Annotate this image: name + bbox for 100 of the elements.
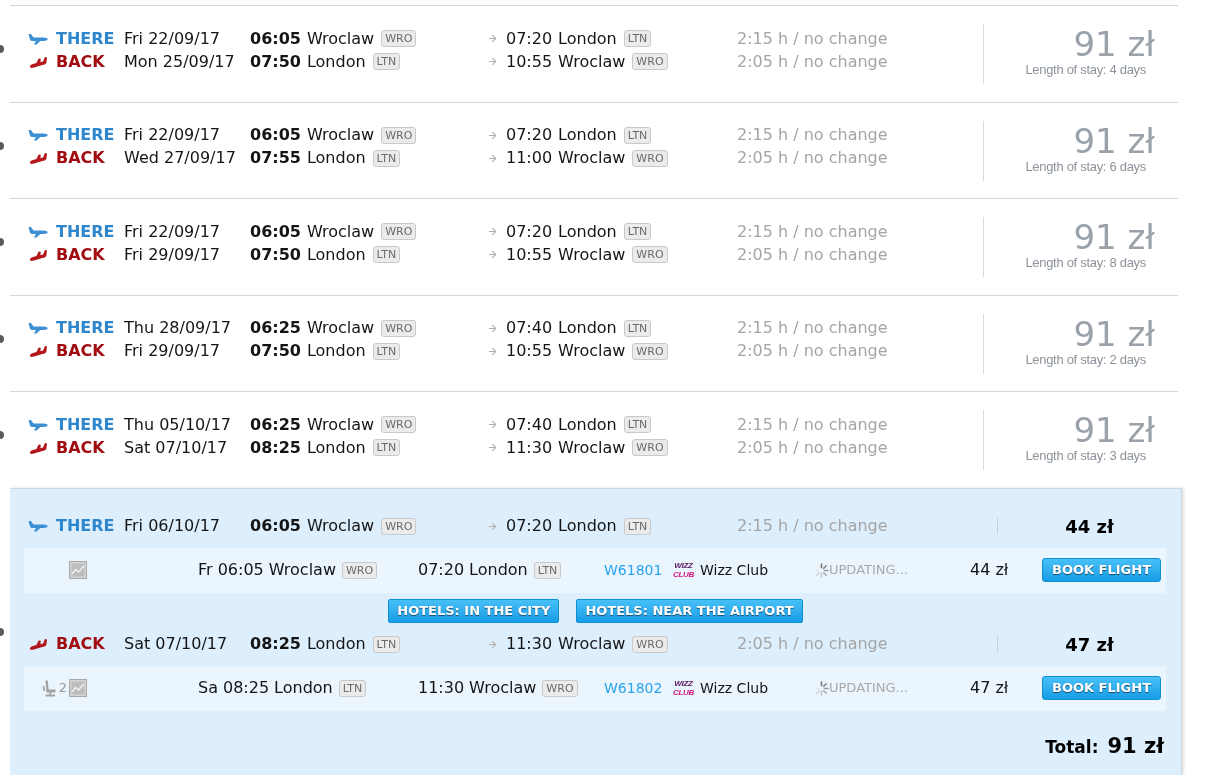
departure-time: 06:05 xyxy=(250,515,301,537)
arrow-right-icon xyxy=(487,249,498,260)
trip-price: 91 zł xyxy=(1073,219,1155,255)
direction-label: BACK xyxy=(56,436,105,459)
departure-time: 08:25 xyxy=(250,436,301,459)
direction-label: THERE xyxy=(56,515,115,537)
departure-city: London xyxy=(306,243,366,266)
arrival-city: London xyxy=(558,317,617,339)
arrival-time: 07:40 xyxy=(506,317,553,339)
flight-number-link[interactable]: W61802 xyxy=(604,677,663,699)
airplane-icon xyxy=(28,54,48,69)
airport-code: LTN xyxy=(372,342,401,360)
direction-label: THERE xyxy=(56,220,115,243)
departure-time: 06:05 xyxy=(217,559,264,581)
airline-logo: WIZZ CLUB xyxy=(673,561,695,579)
status-text: UPDATING... xyxy=(829,561,908,580)
arrival-city: London xyxy=(558,413,617,436)
departure-city: Wroclaw xyxy=(306,27,375,50)
arrival-time: 07:20 xyxy=(506,220,553,243)
flight-duration: 2:15 h / no change xyxy=(737,220,888,243)
length-of-stay: Length of stay: 4 days xyxy=(1025,62,1146,77)
direction-label: BACK xyxy=(56,147,105,169)
airport-code: WRO xyxy=(632,53,668,70)
arrival-city: Wroclaw xyxy=(558,243,626,266)
flight-duration: 2:05 h / no change xyxy=(737,633,888,655)
departure-time: 07:55 xyxy=(250,147,301,169)
spinner-icon xyxy=(814,680,829,696)
book-flight-button[interactable]: BOOK FLIGHT xyxy=(1042,558,1162,582)
direction-label: BACK xyxy=(56,50,105,73)
flight-duration: 2:05 h / no change xyxy=(737,243,888,266)
airplane-icon xyxy=(28,418,48,431)
arrival-city: London xyxy=(558,27,617,50)
seat-icon xyxy=(41,679,57,697)
leg-price: 47 zł xyxy=(1065,632,1114,657)
airport-code: WRO xyxy=(381,517,417,535)
arrow-right-icon xyxy=(487,226,498,237)
airplane-icon xyxy=(28,637,48,651)
departure-city: Wroclaw xyxy=(306,124,375,146)
arrow-right-icon xyxy=(487,129,498,141)
departure-day: Fr xyxy=(198,558,213,582)
airport-code: WRO xyxy=(542,679,578,697)
flight-number-link[interactable]: W61801 xyxy=(604,559,663,581)
airline-logo: WIZZ CLUB xyxy=(673,679,695,697)
airport-code: LTN xyxy=(372,439,401,456)
arrow-right-icon xyxy=(487,442,498,453)
arrival-time: 07:20 xyxy=(418,559,465,581)
seat-count: 2 xyxy=(58,679,67,698)
flight-duration: 2:05 h / no change xyxy=(737,147,888,169)
departure-city: London xyxy=(306,633,366,655)
airport-code: LTN xyxy=(372,246,401,263)
departure-time: 08:25 xyxy=(222,677,270,699)
hotels-button[interactable]: HOTELS: NEAR THE AIRPORT xyxy=(576,598,803,623)
arrival-time: 07:20 xyxy=(506,27,553,50)
direction-label: THERE xyxy=(56,413,115,436)
arrow-right-icon xyxy=(487,33,498,44)
airport-code: LTN xyxy=(623,30,652,47)
departure-day: Sa xyxy=(198,676,218,700)
direction-label: THERE xyxy=(56,27,115,50)
direction-label: BACK xyxy=(56,633,105,655)
airline-name: Wizz Club xyxy=(700,560,769,580)
arrival-time: 07:40 xyxy=(506,413,553,436)
trip-price: 91 zł xyxy=(1073,26,1155,62)
airplane-icon xyxy=(28,32,48,45)
airport-code: LTN xyxy=(623,416,652,433)
arrow-right-icon xyxy=(487,419,498,430)
departure-date: Sat 07/10/17 xyxy=(124,436,228,459)
airport-code: WRO xyxy=(381,223,417,240)
departure-date: Sat 07/10/17 xyxy=(124,633,228,655)
airport-code: WRO xyxy=(632,342,668,360)
arrival-city: Wroclaw xyxy=(558,436,626,459)
airport-code: LTN xyxy=(623,319,652,337)
flight-duration: 2:15 h / no change xyxy=(737,413,888,436)
arrival-time: 07:20 xyxy=(506,124,553,146)
departure-time: 06:05 xyxy=(250,220,301,243)
departure-time: 07:50 xyxy=(250,50,301,73)
flight-duration: 2:05 h / no change xyxy=(737,50,888,73)
departure-time: 06:25 xyxy=(250,317,301,339)
arrow-right-icon xyxy=(487,56,498,67)
book-flight-button[interactable]: BOOK FLIGHT xyxy=(1042,676,1162,700)
airplane-icon xyxy=(28,247,48,262)
arrival-city: Wroclaw xyxy=(558,633,626,655)
line-chart-icon xyxy=(69,679,87,697)
departure-city: Wroclaw xyxy=(306,220,375,243)
leg-price: 44 zł xyxy=(1065,514,1114,539)
departure-city: London xyxy=(306,147,366,169)
direction-label: BACK xyxy=(56,340,105,362)
departure-city: Wroclaw xyxy=(306,317,375,339)
airport-code: LTN xyxy=(372,635,401,653)
flight-price: 44 zł xyxy=(970,559,1009,581)
arrow-right-icon xyxy=(487,520,498,532)
departure-date: Wed 27/09/17 xyxy=(124,147,236,169)
departure-time: 06:05 xyxy=(250,27,301,50)
total-label: Total: xyxy=(1045,735,1099,759)
arrow-right-icon xyxy=(487,638,498,650)
hotels-button[interactable]: HOTELS: IN THE CITY xyxy=(388,598,560,623)
arrival-city: Wroclaw xyxy=(558,50,626,73)
airport-code: WRO xyxy=(342,561,378,579)
departure-date: Fri 29/09/17 xyxy=(124,340,220,362)
spinner-icon xyxy=(814,562,829,578)
airport-code: LTN xyxy=(623,517,652,535)
